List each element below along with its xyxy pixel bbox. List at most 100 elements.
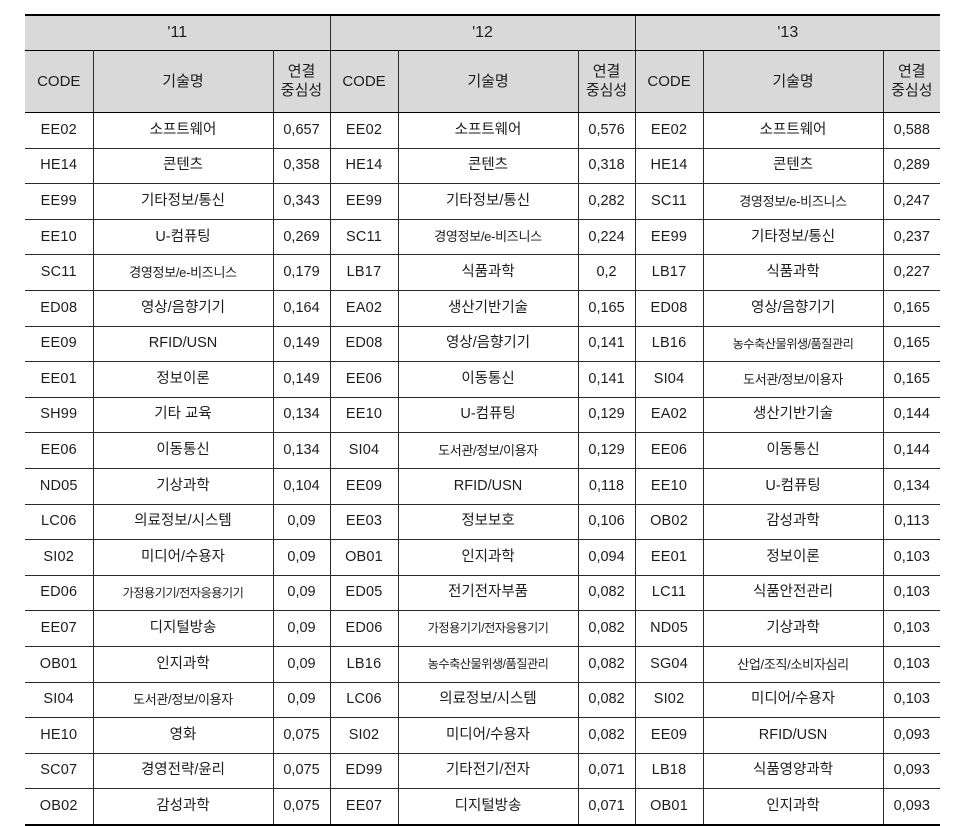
cell-code: SC07 xyxy=(25,752,94,790)
cell-degree-centrality: 0,082 xyxy=(577,717,636,754)
table-row: EE09 RFID/USN 0,149 ED08 영상/음향기기 0,141 LB16 농수축… xyxy=(25,325,941,363)
cell-degree-centrality: 0,144 xyxy=(882,432,941,469)
cell-code: ED08 xyxy=(25,289,94,327)
cell-degree-centrality: 0,103 xyxy=(882,645,941,683)
cell-degree-centrality: 0,094 xyxy=(577,539,636,576)
cell-code: EE99 xyxy=(25,183,94,220)
cell-degree-centrality: 0,165 xyxy=(882,289,941,327)
cell-technology-name: 식품과학 xyxy=(702,254,884,291)
cell-technology-name: 영상/음향기기 xyxy=(397,325,579,363)
column-header-name-2: 기술명 xyxy=(702,50,884,113)
cell-technology-name: RFID/USN xyxy=(92,325,274,363)
centrality-table-container: '11 '12 '13 CODE 기술명 연결 중심성 CODE 기술명 연결 … xyxy=(25,14,941,826)
cell-code: EE02 xyxy=(634,112,704,149)
cell-degree-centrality: 0,164 xyxy=(272,289,331,327)
cell-code: EE09 xyxy=(329,467,399,505)
cell-code: SG04 xyxy=(634,645,704,683)
cell-degree-centrality: 0,149 xyxy=(272,325,331,363)
cell-degree-centrality: 0,318 xyxy=(577,147,636,185)
cell-technology-name: 영상/음향기기 xyxy=(702,289,884,327)
cell-degree-centrality: 0,141 xyxy=(577,325,636,363)
cell-degree-centrality: 0,2 xyxy=(577,254,636,291)
cell-degree-centrality: 0,282 xyxy=(577,183,636,220)
cell-degree-centrality: 0,165 xyxy=(577,289,636,327)
cell-degree-centrality: 0,103 xyxy=(882,681,941,719)
cell-code: EE06 xyxy=(634,432,704,469)
cell-technology-name: 디지털방송 xyxy=(92,610,274,647)
cell-code: LB17 xyxy=(634,254,704,291)
cell-code: HE14 xyxy=(25,147,94,185)
cell-degree-centrality: 0,358 xyxy=(272,147,331,185)
cell-technology-name: 영상/음향기기 xyxy=(92,289,274,327)
cell-code: OB01 xyxy=(329,539,399,576)
degree-centrality-table: '11 '12 '13 CODE 기술명 연결 중심성 CODE 기술명 연결 … xyxy=(25,14,941,826)
cell-degree-centrality: 0,144 xyxy=(882,396,941,434)
table-row: EE10 U-컴퓨팅 0,269 SC11 경영정보/e-비즈니스 0,224 EE99 기타… xyxy=(25,218,941,256)
cell-degree-centrality: 0,103 xyxy=(882,574,941,612)
cell-technology-name: 기타 교육 xyxy=(92,396,274,434)
cell-code: SI04 xyxy=(634,361,704,398)
table-row: OB01 인지과학 0,09 LB16 농수축산물위생/품질관리 0,082 SG04 산업/… xyxy=(25,645,941,683)
cell-degree-centrality: 0,343 xyxy=(272,183,331,220)
cell-technology-name: 기타전기/전자 xyxy=(397,752,579,790)
cell-code: SI02 xyxy=(25,539,94,576)
cell-degree-centrality: 0,224 xyxy=(577,218,636,256)
cell-degree-centrality: 0,134 xyxy=(882,467,941,505)
cell-technology-name: 기타정보/통신 xyxy=(92,183,274,220)
cell-degree-centrality: 0,113 xyxy=(882,503,941,541)
table-body: EE02 소프트웨어 0,657 EE02 소프트웨어 0,576 EE02 소프트웨어 0,5… xyxy=(25,112,941,825)
table-row: EE02 소프트웨어 0,657 EE02 소프트웨어 0,576 EE02 소프트웨어 0,5… xyxy=(25,112,941,149)
table-row: SI02 미디어/수용자 0,09 OB01 인지과학 0,094 EE01 정보이론 0,10… xyxy=(25,539,941,576)
table-row: SC11 경영정보/e-비즈니스 0,179 LB17 식품과학 0,2 LB17 식품과학 0… xyxy=(25,254,941,291)
column-header-name-1: 기술명 xyxy=(397,50,579,113)
cell-degree-centrality: 0,588 xyxy=(882,112,941,149)
cell-technology-name: 디지털방송 xyxy=(397,788,579,825)
cell-degree-centrality: 0,093 xyxy=(882,752,941,790)
cell-technology-name: RFID/USN xyxy=(397,467,579,505)
cell-degree-centrality: 0,141 xyxy=(577,361,636,398)
column-header-centrality-0: 연결 중심성 xyxy=(272,50,331,113)
cell-degree-centrality: 0,104 xyxy=(272,467,331,505)
centrality-label-line1: 연결 xyxy=(287,63,316,81)
cell-degree-centrality: 0,165 xyxy=(882,361,941,398)
cell-degree-centrality: 0,129 xyxy=(577,432,636,469)
cell-technology-name: 농수축산물위생/품질관리 xyxy=(702,325,884,363)
cell-degree-centrality: 0,075 xyxy=(272,717,331,754)
cell-code: SC11 xyxy=(329,218,399,256)
cell-technology-name: 가정용기기/전자응용기기 xyxy=(397,610,579,647)
centrality-label-line2: 중심성 xyxy=(280,81,323,99)
cell-technology-name: 이동통신 xyxy=(397,361,579,398)
cell-degree-centrality: 0,129 xyxy=(577,396,636,434)
cell-code: ND05 xyxy=(634,610,704,647)
cell-technology-name: 미디어/수용자 xyxy=(702,681,884,719)
table-row: EE01 정보이론 0,149 EE06 이동통신 0,141 SI04 도서관/정보/이용자… xyxy=(25,361,941,398)
cell-degree-centrality: 0,09 xyxy=(272,610,331,647)
table-row: OB02 감성과학 0,075 EE07 디지털방송 0,071 OB01 인지과학 0,093 xyxy=(25,788,941,825)
cell-degree-centrality: 0,134 xyxy=(272,432,331,469)
cell-degree-centrality: 0,227 xyxy=(882,254,941,291)
cell-code: SI04 xyxy=(329,432,399,469)
table-row: ND05 기상과학 0,104 EE09 RFID/USN 0,118 EE10 U-컴퓨팅 0… xyxy=(25,467,941,505)
year-header-2: '13 xyxy=(634,15,941,51)
cell-degree-centrality: 0,134 xyxy=(272,396,331,434)
cell-code: EE10 xyxy=(25,218,94,256)
cell-code: SI04 xyxy=(25,681,94,719)
cell-technology-name: 도서관/정보/이용자 xyxy=(702,361,884,398)
cell-degree-centrality: 0,289 xyxy=(882,147,941,185)
cell-code: ED99 xyxy=(329,752,399,790)
cell-technology-name: 생산기반기술 xyxy=(702,396,884,434)
table-row: EE07 디지털방송 0,09 ED06 가정용기기/전자응용기기 0,082 ND05 기상… xyxy=(25,610,941,647)
cell-degree-centrality: 0,103 xyxy=(882,539,941,576)
column-header-name-0: 기술명 xyxy=(92,50,274,113)
cell-degree-centrality: 0,082 xyxy=(577,574,636,612)
cell-technology-name: 경영정보/e-비즈니스 xyxy=(397,218,579,256)
cell-technology-name: U-컴퓨팅 xyxy=(397,396,579,434)
cell-degree-centrality: 0,071 xyxy=(577,788,636,825)
cell-degree-centrality: 0,149 xyxy=(272,361,331,398)
cell-technology-name: 경영정보/e-비즈니스 xyxy=(92,254,274,291)
cell-degree-centrality: 0,09 xyxy=(272,539,331,576)
cell-code: ED05 xyxy=(329,574,399,612)
cell-code: EE10 xyxy=(329,396,399,434)
cell-technology-name: 정보이론 xyxy=(702,539,884,576)
cell-code: SH99 xyxy=(25,396,94,434)
